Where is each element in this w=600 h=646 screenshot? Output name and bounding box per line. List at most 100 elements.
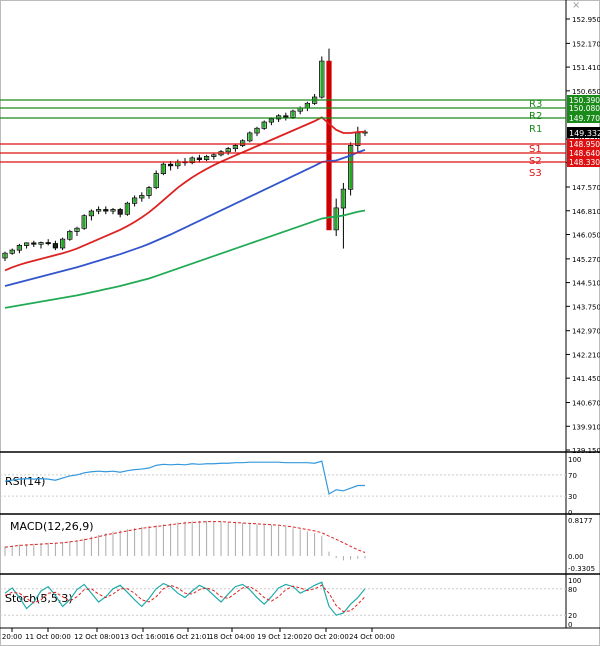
- rsi-tick-label: 70: [568, 472, 577, 480]
- macd-tick-label: 0.00: [568, 553, 584, 561]
- x-tick-label: 24 Oct 00:00: [349, 633, 395, 641]
- x-tick-label: 13 Oct 16:00: [120, 633, 166, 641]
- candle: [45, 242, 51, 245]
- main-y-tick-label: 142.210: [572, 351, 600, 359]
- candle-body: [25, 243, 28, 245]
- main-y-tick-label: 139.150: [572, 447, 600, 455]
- close-icon[interactable]: ×: [572, 0, 580, 11]
- main-y-tick-label: 143.750: [572, 303, 600, 311]
- rsi-tick-label: 100: [568, 456, 581, 464]
- candle-body: [291, 111, 295, 117]
- stoch-panel: Stoch(5,5,3) 10080200: [0, 577, 581, 629]
- chart: × 152.950152.170151.410150.650149.110148…: [0, 0, 600, 646]
- candle-body: [270, 119, 273, 122]
- candle-body: [18, 246, 21, 250]
- candle-body: [154, 174, 158, 188]
- rsi-panel: RSI(14) 100 70 30 0: [0, 456, 581, 517]
- main-y-tick-label: 146.810: [572, 208, 600, 216]
- candle-body: [255, 128, 259, 133]
- candle-body: [97, 210, 100, 211]
- candles: [2, 48, 368, 262]
- candle-body: [162, 164, 165, 173]
- level-value-r1: 149.770: [569, 114, 600, 123]
- candle-body: [140, 196, 144, 198]
- level-name-s3: S3: [529, 168, 542, 179]
- rsi-label: RSI(14): [5, 475, 45, 488]
- candle: [196, 157, 202, 160]
- candle-body: [334, 208, 338, 230]
- main-y-tick-label: 150.650: [572, 88, 600, 96]
- candle-body: [226, 149, 230, 152]
- candle-body: [248, 133, 252, 141]
- x-tick-label: 11 Oct 00:00: [25, 633, 71, 641]
- ma-fast-line: [4, 116, 366, 272]
- candle-body: [111, 210, 115, 211]
- x-tick-label: 12 Oct 08:00: [74, 633, 120, 641]
- candle: [167, 163, 174, 167]
- x-tick-label: 20:00: [2, 633, 22, 641]
- ma-slow-line: [4, 209, 366, 309]
- stoch-tick-label: 20: [568, 612, 577, 620]
- candle-body: [205, 157, 208, 159]
- candle-body: [3, 253, 7, 258]
- x-axis: 20:00 11 Oct 00:00 12 Oct 08:00 13 Oct 16:0…: [2, 628, 395, 641]
- current-price: 149.332: [569, 129, 600, 138]
- x-tick-label: 16 Oct 21:01: [165, 633, 211, 641]
- rsi-line: [4, 460, 365, 495]
- candle-body: [39, 243, 43, 244]
- candle-body: [75, 228, 79, 231]
- main-y-tick-label: 146.050: [572, 232, 600, 240]
- candle: [326, 60, 332, 231]
- candle-body: [212, 155, 216, 156]
- x-tick-label: 20 Oct 20:00: [303, 633, 349, 641]
- candle-body: [10, 250, 14, 253]
- candle-body: [82, 216, 86, 228]
- stoch-tick-label: 80: [568, 586, 577, 594]
- macd-label: MACD(12,26,9): [10, 520, 94, 533]
- level-name-r2: R2: [529, 111, 542, 122]
- candle-body: [356, 133, 360, 145]
- candle: [283, 115, 289, 118]
- candle-body: [320, 61, 324, 97]
- main-y-tick-label: 139.910: [572, 423, 600, 431]
- macd-tick-label: -0.3305: [568, 565, 595, 573]
- candle: [103, 209, 109, 212]
- x-tick-label: 18 Oct 04:00: [209, 633, 255, 641]
- candle: [117, 209, 123, 215]
- candle-body: [298, 108, 302, 111]
- candle: [31, 242, 37, 245]
- main-y-tick-label: 141.450: [572, 375, 600, 383]
- stoch-tick-label: 0: [568, 621, 572, 629]
- candle-body: [68, 231, 72, 239]
- main-y-axis: 152.950152.170151.410150.650149.110148.3…: [566, 16, 600, 455]
- main-y-tick-label: 152.170: [572, 40, 600, 48]
- rsi-tick-label: 30: [568, 493, 577, 501]
- candle-body: [363, 132, 367, 134]
- main-y-tick-label: 145.270: [572, 256, 600, 264]
- candle-body: [133, 198, 136, 203]
- level-value-s3: 148.330: [569, 158, 600, 167]
- level-value-s2: 148.640: [569, 149, 600, 158]
- level-value-r2: 150.080: [569, 104, 600, 113]
- main-y-tick-label: 147.570: [572, 184, 600, 192]
- macd-tick-label: 0.8177: [568, 517, 593, 525]
- candle-body: [262, 122, 266, 128]
- level-name-r1: R1: [529, 124, 542, 135]
- candle-body: [90, 211, 93, 216]
- main-y-tick-label: 151.410: [572, 64, 600, 72]
- main-y-tick-label: 152.950: [572, 16, 600, 24]
- stoch-tick-label: 100: [568, 577, 581, 585]
- main-y-tick-label: 144.510: [572, 280, 600, 288]
- pivot-levels: R3 150.390R2150.080R1149.770S1 148.950S214…: [0, 95, 600, 179]
- candle-body: [61, 239, 64, 248]
- main-y-tick-label: 140.670: [572, 400, 600, 408]
- rsi-tick-label: 0: [568, 509, 572, 517]
- candle-body: [176, 162, 180, 166]
- level-value-s1: 148.950: [569, 140, 600, 149]
- moving-averages: [4, 116, 366, 309]
- candle-body: [342, 189, 345, 208]
- candle-body: [306, 103, 309, 108]
- candle-body: [147, 188, 151, 195]
- candle: [52, 243, 59, 249]
- main-y-tick-label: 142.970: [572, 328, 600, 336]
